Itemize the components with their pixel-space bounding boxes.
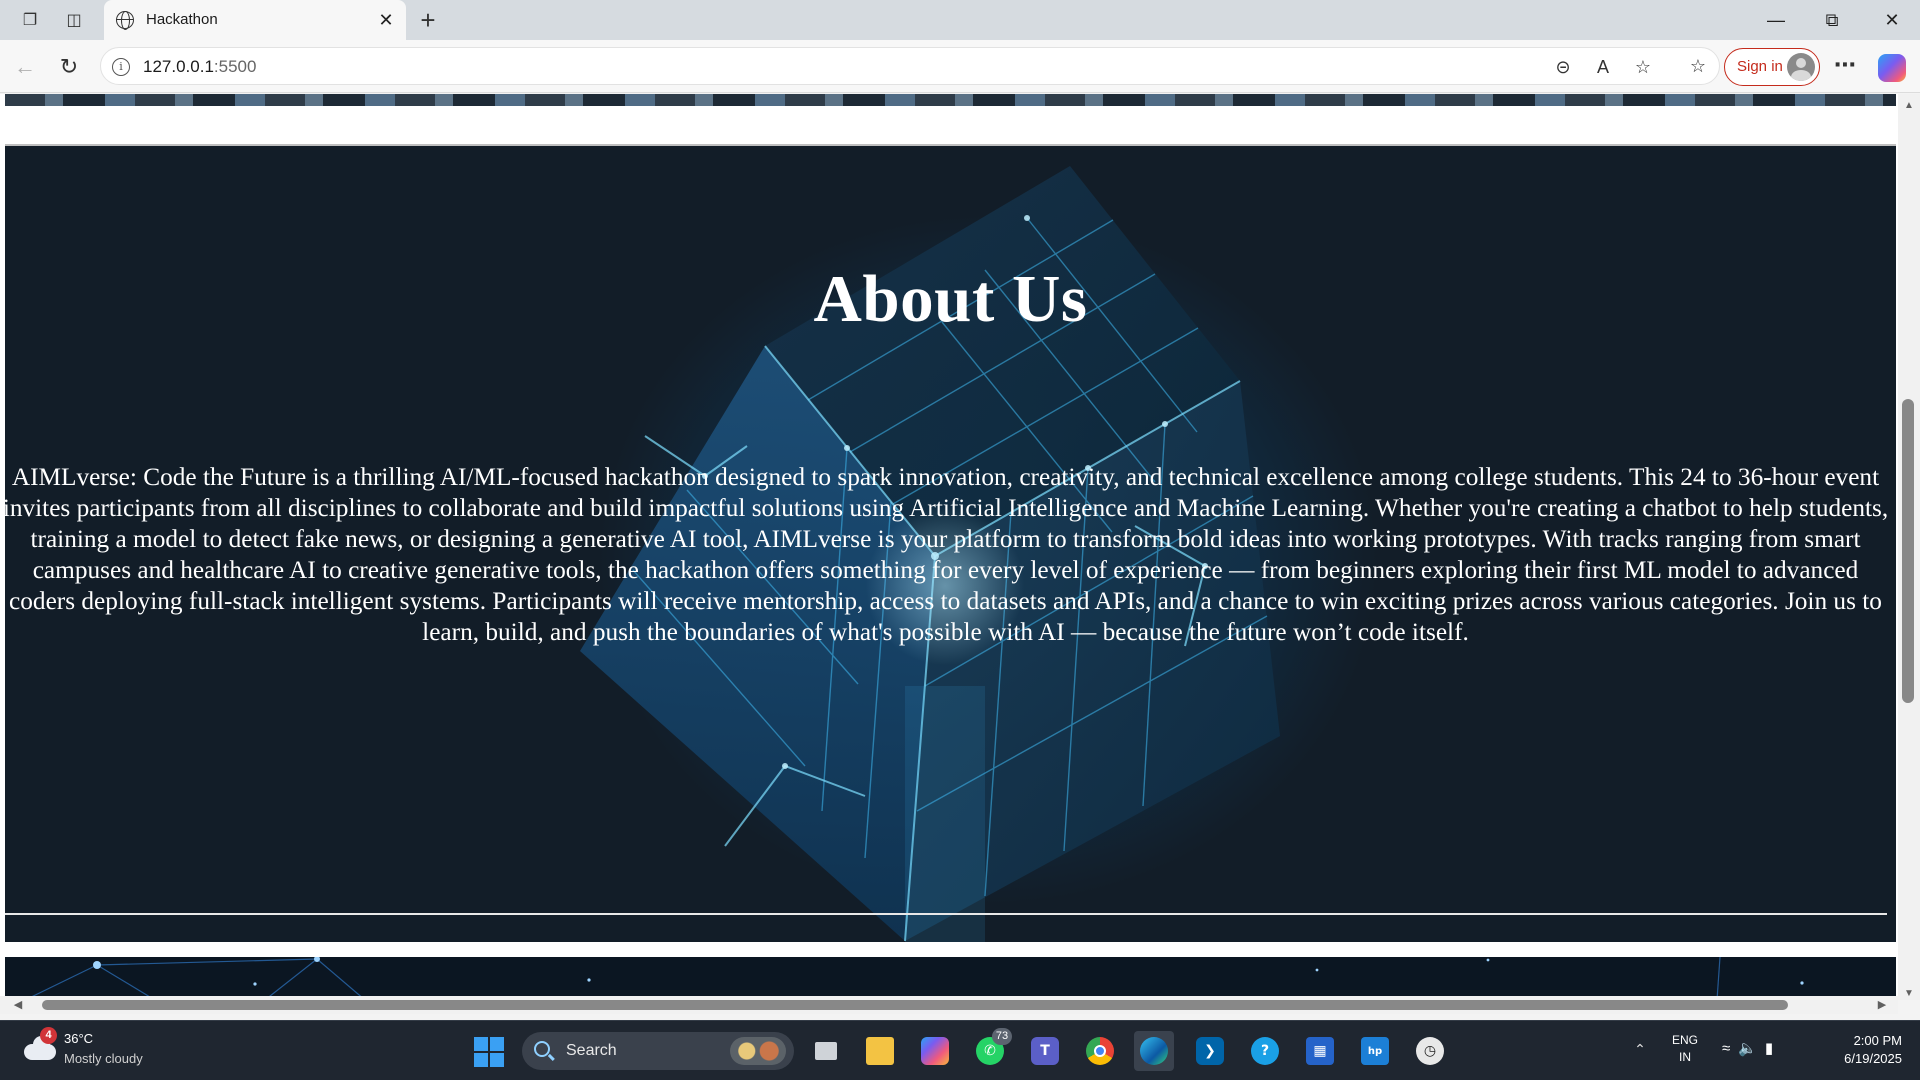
- about-paragraph: AIMLverse: Code the Future is a thrillin…: [5, 463, 1889, 646]
- search-highlight-icon: [730, 1037, 786, 1065]
- about-heading: About Us: [813, 262, 1088, 336]
- store-icon[interactable]: ▦: [1300, 1031, 1340, 1071]
- zoom-out-icon[interactable]: ⊝: [1551, 55, 1575, 79]
- new-tab-button[interactable]: +: [414, 6, 442, 34]
- next-section-edge: [5, 957, 1896, 1000]
- search-label: Search: [566, 1042, 617, 1059]
- whatsapp-badge: 73: [992, 1028, 1012, 1045]
- favorites-icon[interactable]: ☆: [1686, 54, 1710, 78]
- url-host: 127.0.0.1: [143, 57, 214, 76]
- myhp-icon[interactable]: hp: [1355, 1031, 1395, 1071]
- section-divider-bottom: [5, 913, 1887, 915]
- scroll-down-arrow-icon[interactable]: ▼: [1903, 988, 1915, 1000]
- horizontal-scrollbar[interactable]: ◀ ▶: [0, 996, 1898, 1014]
- start-button[interactable]: [474, 1037, 504, 1067]
- lang-region: IN: [1679, 1050, 1691, 1064]
- back-button[interactable]: ←: [10, 52, 40, 82]
- system-tray-icons[interactable]: ≈🔈▮: [1722, 1039, 1781, 1057]
- favorite-star-icon[interactable]: ☆: [1631, 55, 1655, 79]
- weather-description[interactable]: Mostly cloudy: [64, 1051, 143, 1066]
- clock-date: 6/19/2025: [1844, 1051, 1902, 1066]
- tab-hackathon[interactable]: Hackathon ✕: [104, 0, 406, 40]
- network-decoration: [24, 957, 1804, 1000]
- more-options-icon[interactable]: ⋯: [1830, 52, 1860, 82]
- vertical-scroll-thumb[interactable]: [1902, 399, 1914, 703]
- chrome-icon[interactable]: [1080, 1031, 1120, 1071]
- task-view-icon[interactable]: [806, 1031, 846, 1071]
- refresh-button[interactable]: ↻: [54, 52, 84, 82]
- language-indicator[interactable]: ENG IN: [1672, 1032, 1698, 1066]
- taskbar-clock[interactable]: 2:00 PM 6/19/2025: [1820, 1032, 1902, 1068]
- sign-in-label: Sign in: [1737, 58, 1783, 75]
- tab-title: Hackathon: [146, 11, 218, 28]
- minimize-button[interactable]: —: [1748, 0, 1804, 40]
- read-aloud-icon[interactable]: A: [1591, 55, 1615, 79]
- file-explorer-icon[interactable]: [860, 1031, 900, 1071]
- vscode-icon[interactable]: ❯: [1190, 1031, 1230, 1071]
- page-navbar-area: [5, 106, 1896, 136]
- weather-badge: 4: [40, 1027, 57, 1044]
- whatsapp-icon[interactable]: ✆ 73: [970, 1028, 1012, 1071]
- sign-in-button[interactable]: Sign in: [1724, 48, 1820, 86]
- lang-code: ENG: [1672, 1033, 1699, 1047]
- url-port: :5500: [213, 57, 257, 76]
- browser-tab-bar: ❐ ◫ Hackathon ✕ + — ⧉ ✕: [0, 0, 1920, 40]
- window-close-button[interactable]: ✕: [1864, 0, 1920, 40]
- restore-button[interactable]: ⧉: [1804, 0, 1860, 40]
- url-text[interactable]: 127.0.0.1:5500: [143, 57, 256, 77]
- browser-toolbar: ← ↻ i 127.0.0.1:5500 ⊝ A ☆ ☆ Sign in ⋯: [0, 40, 1920, 93]
- vertical-tabs-icon[interactable]: ◫: [62, 8, 86, 32]
- scroll-right-arrow-icon[interactable]: ▶: [1876, 999, 1888, 1011]
- copilot-icon[interactable]: [1878, 54, 1906, 82]
- edge-icon[interactable]: [1134, 1031, 1174, 1071]
- clock-time: 2:00 PM: [1853, 1033, 1902, 1048]
- address-bar[interactable]: i 127.0.0.1:5500 ⊝ A ☆: [100, 47, 1720, 85]
- vertical-scrollbar[interactable]: ▲ ▼: [1898, 94, 1920, 1000]
- workspaces-icon[interactable]: ❐: [18, 8, 42, 32]
- help-icon[interactable]: ?: [1245, 1031, 1285, 1071]
- page-viewport: About Us AIMLverse: Code the Future is a…: [0, 94, 1920, 1000]
- volume-icon[interactable]: 🔈: [1738, 1040, 1765, 1057]
- profile-avatar: [1787, 53, 1815, 81]
- site-info-icon[interactable]: i: [112, 58, 130, 76]
- show-hidden-icons-chevron-icon[interactable]: ⌃: [1630, 1039, 1650, 1059]
- horizontal-scroll-thumb[interactable]: [42, 1000, 1788, 1010]
- clock-app-icon[interactable]: ◷: [1410, 1031, 1450, 1071]
- battery-icon[interactable]: ▮: [1765, 1040, 1781, 1057]
- tab-close-icon[interactable]: ✕: [374, 8, 398, 32]
- scroll-left-arrow-icon[interactable]: ◀: [12, 999, 24, 1011]
- wifi-icon[interactable]: ≈: [1722, 1040, 1738, 1057]
- previous-section-edge: [5, 94, 1896, 106]
- search-icon: [534, 1041, 550, 1057]
- windows-taskbar: 4 36°C Mostly cloudy Search ✆ 73 T ❯ ? ▦…: [0, 1020, 1920, 1080]
- weather-temperature[interactable]: 36°C: [64, 1031, 93, 1046]
- scroll-up-arrow-icon[interactable]: ▲: [1903, 100, 1915, 112]
- about-section: About Us AIMLverse: Code the Future is a…: [5, 146, 1896, 942]
- taskbar-search[interactable]: Search: [522, 1032, 794, 1070]
- teams-icon[interactable]: T: [1025, 1031, 1065, 1071]
- copilot-app-icon[interactable]: [915, 1031, 955, 1071]
- globe-icon: [116, 11, 134, 30]
